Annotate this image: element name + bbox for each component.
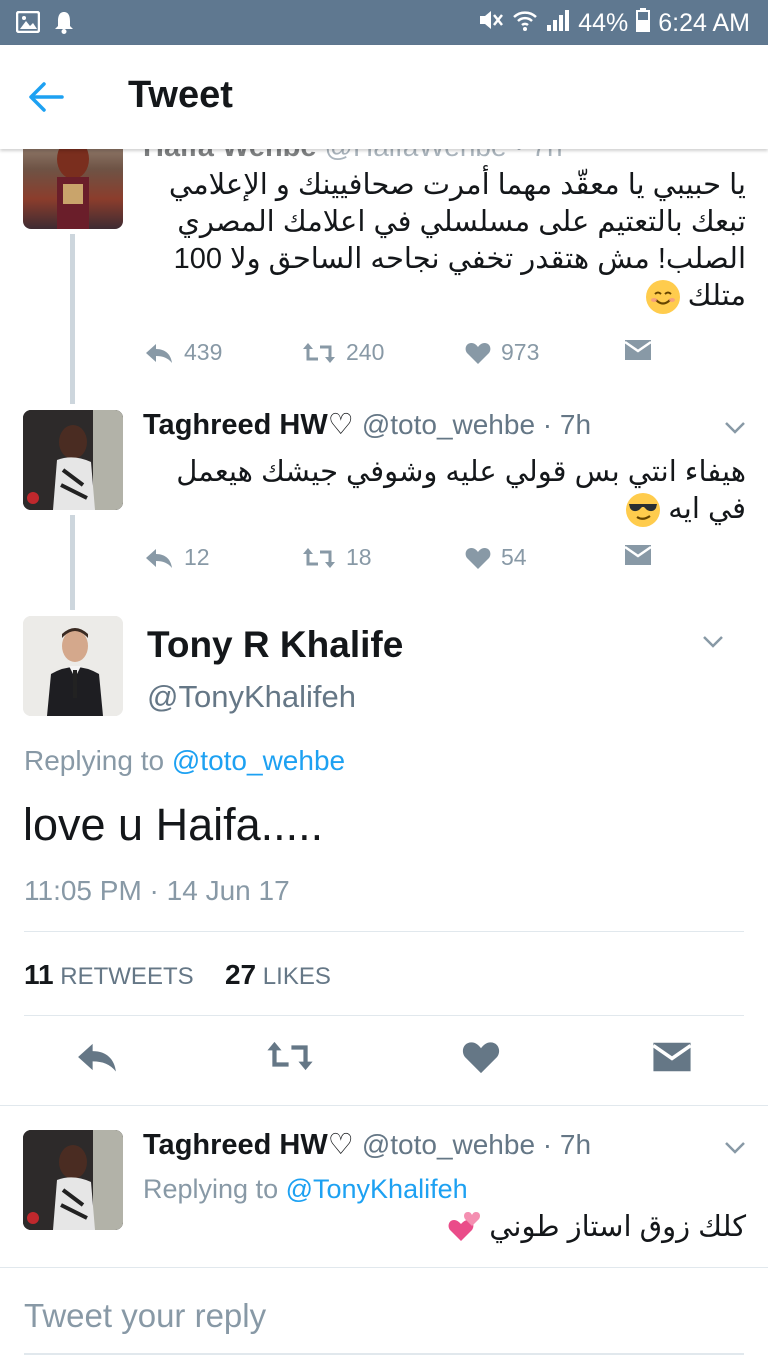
two-hearts-emoji-icon	[447, 1211, 481, 1245]
replying-to: Replying to @TonyKhalifeh	[143, 1174, 468, 1204]
tweet-author-handle[interactable]: @TonyKhalifeh	[147, 679, 356, 715]
signal-icon	[546, 9, 570, 38]
replying-to: Replying to @toto_wehbe	[24, 745, 346, 776]
clock: 6:24 AM	[658, 9, 750, 37]
tweet-author-name[interactable]: Taghreed HW♡ @toto_wehbe · 7h	[143, 407, 591, 442]
smiling-face-emoji-icon	[645, 280, 680, 315]
main-tweet-text: love u Haifa.....	[23, 799, 324, 850]
tweet-actions: 12 18 54	[140, 544, 660, 574]
reply-composer-input[interactable]: Tweet your reply	[24, 1297, 266, 1335]
retweet-button[interactable]: 240	[302, 339, 384, 366]
composer-underline	[24, 1353, 744, 1355]
thread-connector	[70, 234, 75, 404]
avatar-taghreed[interactable]	[23, 410, 123, 510]
wifi-icon	[512, 8, 538, 39]
chevron-down-icon[interactable]	[724, 421, 746, 435]
retweets-stat[interactable]: 11 RETWEETS	[24, 959, 194, 990]
divider	[24, 931, 744, 932]
tweet-author-name[interactable]: Taghreed HW♡ @toto_wehbe · 7h	[143, 1127, 591, 1162]
tweet-text: كلك زوق استاز طوني	[150, 1209, 746, 1246]
mute-icon	[478, 8, 504, 39]
tweet-author-name[interactable]: Tony R Khalife	[147, 624, 403, 666]
tweet-timestamp[interactable]: 11:05 PM · 14 Jun 17	[24, 875, 290, 907]
divider	[24, 1015, 744, 1016]
chevron-down-icon[interactable]	[702, 635, 724, 649]
like-icon[interactable]	[462, 1039, 500, 1075]
avatar-haifa[interactable]	[23, 149, 123, 229]
sunglasses-emoji-icon	[626, 493, 661, 528]
gallery-icon	[15, 10, 41, 38]
app-header: Tweet	[0, 45, 768, 149]
tweet-author-name[interactable]: Haifa Wehbe @HaifaWehbe · 7h	[143, 149, 563, 164]
battery-percent: 44%	[578, 9, 629, 37]
page-title: Tweet	[128, 74, 233, 116]
tweet-thread: Haifa Wehbe @HaifaWehbe · 7h يا حبيبي يا…	[0, 149, 768, 1365]
retweet-button[interactable]: 18	[302, 544, 372, 571]
reply-button[interactable]: 12	[144, 544, 210, 571]
avatar-taghreed[interactable]	[23, 1130, 123, 1230]
tweet-text: هيفاء انتي بس قولي عليه وشوفي جيشك هيعمل…	[150, 454, 746, 528]
replying-to-link[interactable]: @toto_wehbe	[172, 745, 345, 776]
likes-stat[interactable]: 27 LIKES	[225, 959, 331, 990]
direct-message-button[interactable]	[624, 339, 652, 361]
avatar-tony[interactable]	[23, 616, 123, 716]
tweet-text: يا حبيبي يا معقّد مهما أمرت صحافيينك و ا…	[150, 167, 746, 315]
engagement-stats: 11 RETWEETS 27 LIKES	[24, 959, 331, 991]
reply-icon[interactable]	[75, 1041, 119, 1073]
direct-message-icon[interactable]	[652, 1041, 692, 1073]
direct-message-button[interactable]	[624, 544, 652, 566]
divider	[0, 1105, 768, 1106]
thread-connector	[70, 515, 75, 610]
retweet-icon[interactable]	[266, 1039, 314, 1073]
tweet-actions: 439 240 973	[140, 339, 660, 369]
replying-to-link[interactable]: @TonyKhalifeh	[286, 1174, 468, 1204]
main-tweet-actions	[0, 1037, 768, 1081]
chevron-down-icon[interactable]	[724, 1141, 746, 1155]
divider	[0, 1267, 768, 1268]
battery-icon	[636, 8, 651, 39]
like-button[interactable]: 54	[465, 544, 527, 571]
back-arrow-icon[interactable]	[26, 79, 66, 115]
reply-button[interactable]: 439	[144, 339, 222, 366]
like-button[interactable]: 973	[465, 339, 539, 366]
notification-bell-icon	[54, 10, 74, 39]
status-bar: 44% 6:24 AM	[0, 0, 768, 45]
